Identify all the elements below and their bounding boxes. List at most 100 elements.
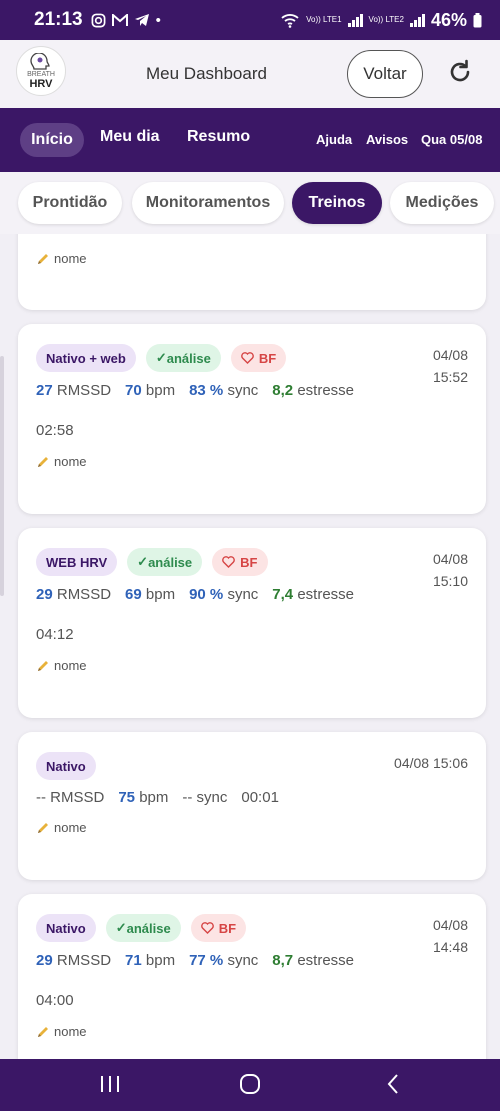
sync-stat: 77 % sync bbox=[189, 952, 259, 969]
recent-apps-icon[interactable] bbox=[98, 1073, 122, 1095]
session-card[interactable]: WEB HRV ✓ análise BF 04/08 15:10 29 RMSS… bbox=[18, 528, 486, 718]
session-card[interactable]: Nativo 04/08 15:06 -- RMSSD 75 bpm -- sy… bbox=[18, 732, 486, 880]
nav-date: Qua 05/08 bbox=[421, 132, 483, 147]
session-feed[interactable]: nome Nativo + web ✓ análise BF 04/08 15:… bbox=[0, 234, 500, 1059]
app-logo: BREATH HRV bbox=[16, 46, 66, 96]
date-day: 04/08 bbox=[432, 347, 468, 363]
note-label: nome bbox=[54, 658, 87, 673]
clock: 21:13 bbox=[34, 9, 83, 30]
note-row[interactable]: nome bbox=[36, 820, 87, 835]
note-row[interactable]: nome bbox=[36, 658, 87, 673]
note-label: nome bbox=[54, 1024, 87, 1039]
date-day: 04/08 bbox=[432, 551, 468, 567]
signal1-icon bbox=[347, 13, 363, 27]
bf-label: BF bbox=[240, 554, 258, 570]
analysis-badge: ✓ análise bbox=[105, 914, 181, 942]
nav-item-inicio[interactable]: Início bbox=[20, 123, 84, 157]
stats-row: -- RMSSD 75 bpm -- sync 00:01 bbox=[36, 789, 279, 806]
bpm-stat: 75 bpm bbox=[118, 789, 169, 806]
bpm-stat: 70 bpm bbox=[125, 382, 176, 399]
source-badge: Nativo bbox=[36, 914, 96, 942]
rmssd-stat: 29 RMSSD bbox=[36, 952, 112, 969]
logo-text-bottom: HRV bbox=[29, 77, 53, 90]
sim2-label: Vo)) LTE2 bbox=[368, 15, 404, 24]
session-date: 04/08 15:06 bbox=[394, 752, 468, 774]
session-duration: 00:01 bbox=[241, 789, 279, 806]
system-nav-bar bbox=[0, 1059, 500, 1111]
note-label: nome bbox=[54, 251, 87, 266]
badges: Nativo ✓ análise BF bbox=[36, 914, 247, 942]
category-tabs: Prontidão Monitoramentos Treinos Mediçõe… bbox=[0, 172, 500, 234]
session-date: 04/08 15:10 bbox=[433, 548, 468, 592]
analysis-badge: ✓ análise bbox=[145, 344, 221, 372]
system-indicators: Vo)) LTE1 Vo)) LTE2 46% bbox=[280, 10, 482, 31]
pencil-icon bbox=[38, 660, 48, 671]
home-icon[interactable] bbox=[238, 1073, 262, 1095]
tab-treinos[interactable]: Treinos bbox=[292, 182, 382, 224]
tab-medicoes[interactable]: Medições bbox=[390, 182, 494, 224]
bf-badge: BF bbox=[230, 344, 287, 372]
sim1-label: Vo)) LTE1 bbox=[306, 15, 342, 24]
bpm-stat: 71 bpm bbox=[125, 952, 176, 969]
rmssd-stat: 27 RMSSD bbox=[36, 382, 112, 399]
session-card[interactable]: Nativo ✓ análise BF 04/08 14:48 29 RMSSD… bbox=[18, 894, 486, 1059]
session-duration: 02:58 bbox=[36, 422, 74, 439]
bf-badge: BF bbox=[190, 914, 247, 942]
note-row[interactable]: nome bbox=[36, 1024, 87, 1039]
nav-help-link[interactable]: Ajuda bbox=[316, 132, 352, 147]
main-nav: Início Meu dia Resumo Ajuda Avisos Qua 0… bbox=[0, 108, 500, 172]
session-date: 04/08 15:52 bbox=[433, 344, 468, 388]
page-title: Meu Dashboard bbox=[146, 64, 267, 83]
session-card[interactable]: Nativo + web ✓ análise BF 04/08 15:52 27… bbox=[18, 324, 486, 514]
rmssd-stat: -- RMSSD bbox=[36, 789, 105, 806]
sync-stat: 90 % sync bbox=[189, 586, 259, 603]
battery-icon bbox=[473, 12, 482, 27]
bf-label: BF bbox=[218, 920, 237, 936]
heart-icon bbox=[200, 922, 214, 934]
analysis-label: análise bbox=[166, 350, 211, 366]
analysis-label: análise bbox=[148, 554, 193, 570]
signal2-icon bbox=[409, 13, 425, 27]
pencil-icon bbox=[38, 1026, 48, 1037]
pencil-icon bbox=[38, 822, 48, 833]
dot-icon: • bbox=[155, 11, 161, 29]
scroll-indicator bbox=[0, 356, 4, 596]
app-bar: BREATH HRV Meu Dashboard Voltar bbox=[0, 40, 500, 108]
badges: WEB HRV ✓ análise BF bbox=[36, 548, 268, 576]
session-card-partial[interactable]: nome bbox=[18, 234, 486, 310]
source-badge: Nativo + web bbox=[36, 344, 136, 372]
stats-row: 29 RMSSD 69 bpm 90 % sync 7,4 estresse bbox=[36, 586, 354, 603]
back-icon[interactable] bbox=[382, 1073, 406, 1095]
stats-row: 29 RMSSD 71 bpm 77 % sync 8,7 estresse bbox=[36, 952, 354, 969]
badges: Nativo + web ✓ análise BF bbox=[36, 344, 287, 372]
note-label: nome bbox=[54, 454, 87, 469]
sync-stat: 83 % sync bbox=[189, 382, 259, 399]
bf-badge: BF bbox=[212, 548, 268, 576]
back-button[interactable]: Voltar bbox=[347, 50, 423, 98]
battery-level: 46% bbox=[430, 9, 467, 30]
rmssd-stat: 29 RMSSD bbox=[36, 586, 112, 603]
source-badge: WEB HRV bbox=[36, 548, 118, 576]
nav-item-resumo[interactable]: Resumo bbox=[187, 128, 250, 146]
tab-prontidao[interactable]: Prontidão bbox=[18, 182, 122, 224]
refresh-icon[interactable] bbox=[446, 58, 474, 86]
nav-alerts-link[interactable]: Avisos bbox=[366, 132, 408, 147]
note-row[interactable]: nome bbox=[36, 251, 87, 266]
status-bar: 21:13 • Vo)) LTE1 Vo)) LTE2 46% bbox=[0, 0, 500, 40]
tab-monitoramentos[interactable]: Monitoramentos bbox=[132, 182, 284, 224]
bpm-stat: 69 bpm bbox=[125, 586, 176, 603]
stress-stat: 7,4 estresse bbox=[272, 586, 355, 603]
analysis-label: análise bbox=[126, 920, 171, 936]
analysis-badge: ✓ análise bbox=[127, 548, 203, 576]
wifi-icon bbox=[281, 14, 299, 28]
note-row[interactable]: nome bbox=[36, 454, 87, 469]
heart-icon bbox=[241, 352, 254, 364]
nav-item-meu-dia[interactable]: Meu dia bbox=[100, 128, 160, 146]
pencil-icon bbox=[38, 253, 48, 264]
date-day: 04/08 bbox=[432, 917, 468, 933]
brain-head-icon bbox=[30, 52, 50, 70]
source-badge: Nativo bbox=[36, 752, 96, 780]
telegram-icon bbox=[134, 14, 149, 26]
logo-text-top: BREATH bbox=[27, 70, 55, 78]
instagram-icon bbox=[91, 13, 106, 27]
